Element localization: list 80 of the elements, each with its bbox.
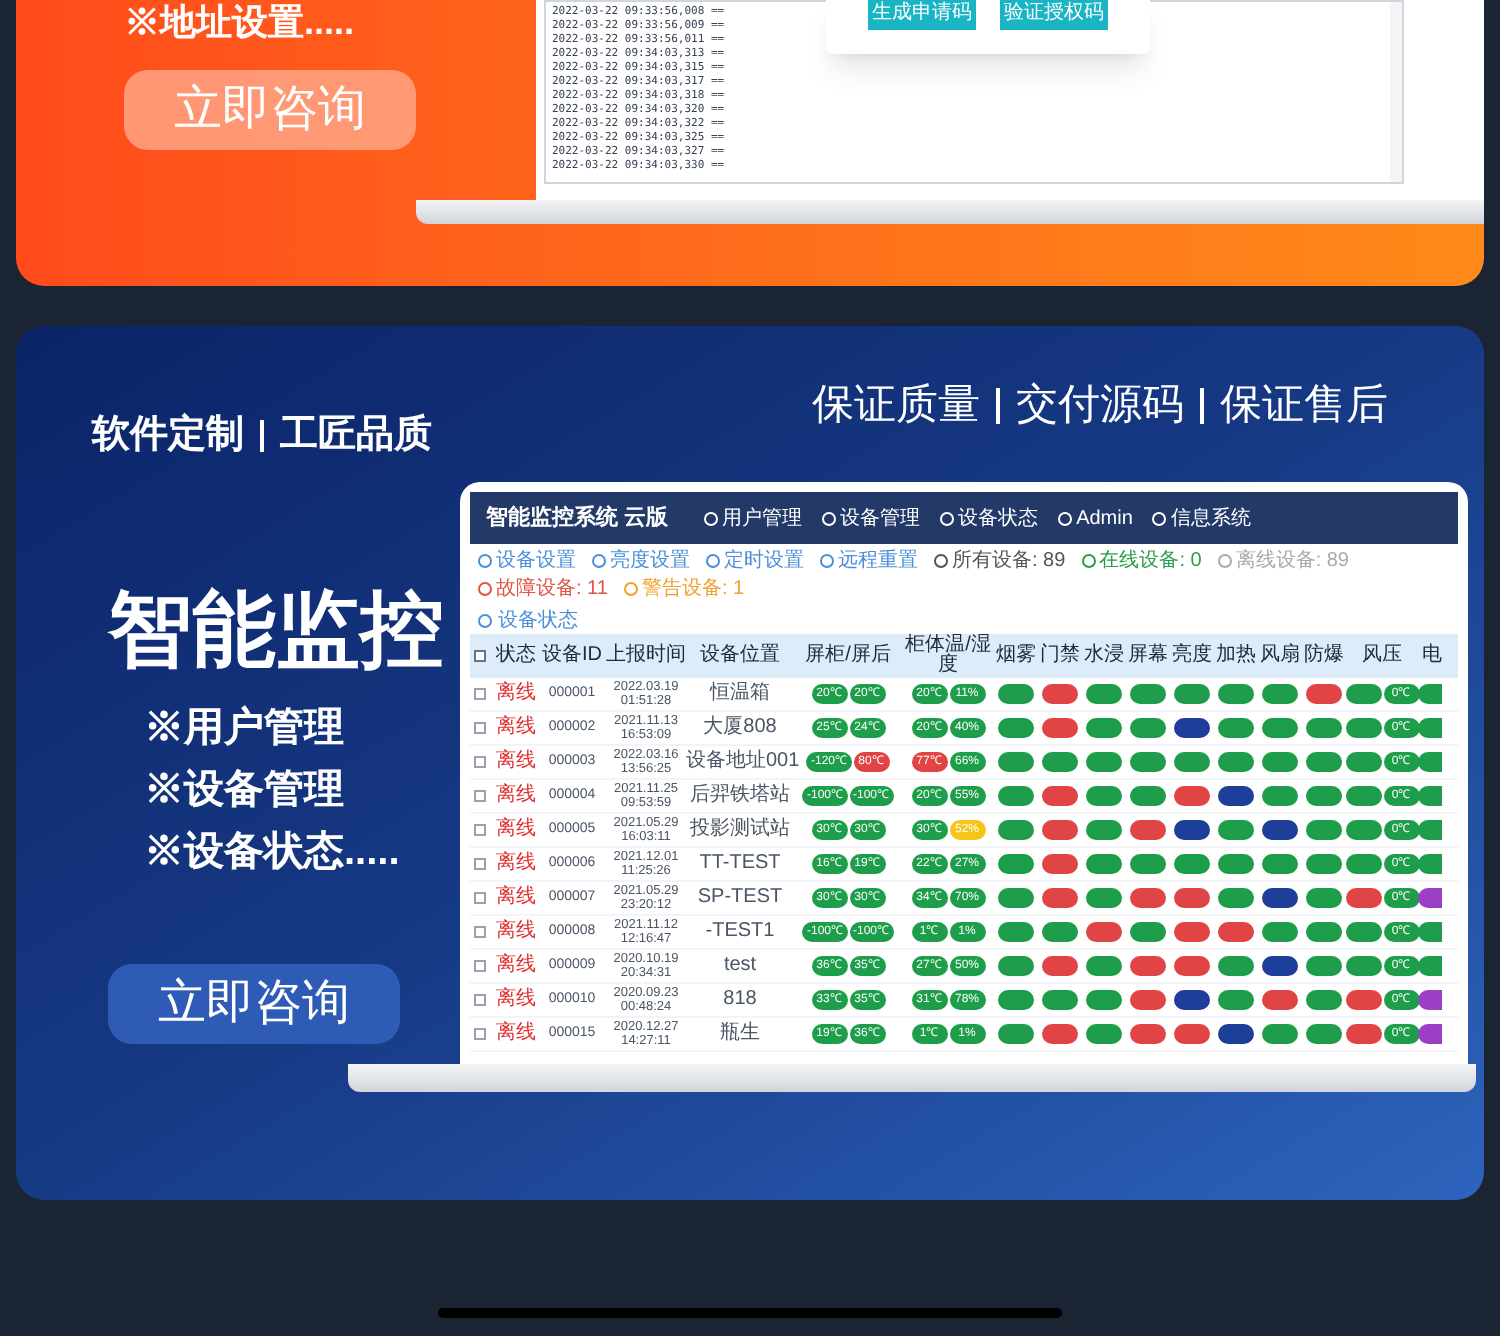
status-text: 离线 [494, 718, 538, 738]
toolbar-item[interactable]: 警告设备: 1 [623, 576, 745, 602]
status-text: 离线 [494, 684, 538, 704]
column-header: 设备位置 [698, 646, 782, 666]
status-text: 离线 [494, 1024, 538, 1044]
status-text: 离线 [494, 820, 538, 840]
checkbox[interactable] [474, 824, 486, 836]
consult-button[interactable]: 立即咨询 [108, 964, 400, 1044]
checkbox[interactable] [474, 926, 486, 938]
column-header: 加热 [1214, 646, 1258, 666]
checkbox[interactable] [474, 756, 486, 768]
column-header: 烟雾 [994, 646, 1038, 666]
dialog-button[interactable]: 验证授权码 [1000, 0, 1108, 30]
toolbar-item[interactable]: 亮度设置 [592, 548, 690, 574]
toolbar-item[interactable]: 设备设置 [478, 548, 576, 574]
column-header: 风压 [1360, 646, 1404, 666]
table-cell-text: 投影测试站 [688, 820, 792, 840]
checkbox[interactable] [474, 994, 486, 1006]
banner-title: 智能监控 [108, 582, 446, 678]
checkbox[interactable] [474, 858, 486, 870]
table-cell-text: -TEST1 [703, 922, 777, 942]
checkbox[interactable] [474, 960, 486, 972]
feature-text: ※设备管理 [144, 766, 346, 816]
status-text: 离线 [494, 956, 538, 976]
status-text: 离线 [494, 990, 538, 1010]
column-header: 风扇 [1258, 646, 1302, 666]
checkbox[interactable] [474, 790, 486, 802]
column-header: 亮度 [1170, 646, 1214, 666]
column-header: 门禁 [1038, 646, 1082, 666]
table-cell-text: 恒温箱 [707, 684, 772, 704]
feature-text: ※设备状态..... [144, 828, 402, 878]
consult-button[interactable]: 立即咨询 [124, 70, 416, 150]
nav-item[interactable]: 信息系统 [1152, 503, 1251, 533]
section-title: 设备状态 [498, 607, 578, 635]
feature-text: ※用户管理 [144, 703, 346, 754]
toolbar-item[interactable]: 定时设置 [706, 548, 804, 574]
nav-item[interactable]: 设备状态 [940, 503, 1039, 533]
toolbar-item[interactable]: 远程重置 [820, 548, 918, 574]
toolbar-item[interactable]: 离线设备: 89 [1217, 548, 1349, 574]
column-header: 屏幕 [1126, 646, 1170, 666]
checkbox[interactable] [474, 650, 486, 662]
nav-item[interactable]: 用户管理 [704, 503, 803, 533]
column-header: 柜体温/湿度 [903, 636, 993, 676]
status-text: 离线 [494, 922, 538, 942]
dialog-button[interactable]: 生成申请码 [868, 0, 976, 30]
table-cell: 设备地址001 [686, 752, 794, 772]
table-cell-text: TT-TEST [697, 854, 783, 874]
column-header: 防爆 [1302, 646, 1346, 666]
tagline-text: 保证售后 [1220, 380, 1388, 432]
checkbox[interactable] [474, 722, 486, 734]
column-header: 水浸 [1082, 646, 1126, 666]
column-header: 上报时间 [606, 646, 686, 666]
status-text: 离线 [494, 854, 538, 874]
table-cell-text: 瓶生 [718, 1024, 762, 1044]
table-cell-text: 后羿铁塔站 [688, 786, 792, 806]
table-cell-text: test [721, 956, 759, 976]
status-text: 离线 [494, 786, 538, 806]
checkbox[interactable] [474, 1028, 486, 1040]
status-text: 离线 [494, 888, 538, 908]
tagline-text: 保证质量 [812, 380, 980, 432]
table-cell-text: 818 [721, 990, 759, 1010]
status-text: 离线 [494, 752, 538, 772]
app-title: 智能监控系统 云版 [486, 503, 669, 534]
column-header: 屏柜/屏后 [803, 646, 893, 666]
column-header: 状态 [494, 646, 538, 666]
nav-item[interactable]: Admin [1058, 503, 1133, 533]
checkbox[interactable] [474, 688, 486, 700]
tagline-text: 工匠品质 [280, 411, 432, 460]
column-header: 电 [1420, 646, 1444, 666]
nav-item[interactable]: 设备管理 [822, 503, 921, 533]
toolbar-item[interactable]: 在线设备: 0 [1081, 548, 1202, 574]
toolbar-item[interactable]: 所有设备: 89 [934, 548, 1066, 574]
tagline-text: 软件定制 [92, 411, 244, 460]
checkbox[interactable] [474, 892, 486, 904]
toolbar-item[interactable]: 故障设备: 11 [478, 576, 608, 602]
feature-text: ※地址设置..... [124, 2, 357, 42]
tagline-text: 交付源码 [1016, 380, 1184, 432]
table-cell-text: 大厦808 [701, 718, 779, 738]
table-cell-text: SP-TEST [695, 888, 785, 908]
column-header: 设备ID [540, 646, 604, 666]
